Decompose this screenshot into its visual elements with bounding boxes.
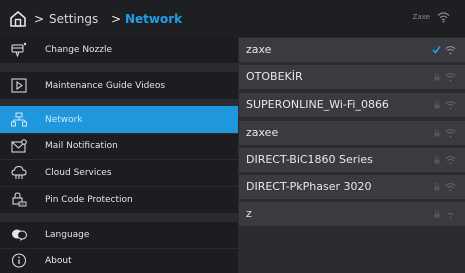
sidebar-item-label: Maintenance Guide Videos xyxy=(45,81,166,91)
lock-icon xyxy=(434,156,440,164)
sidebar-item-label: About xyxy=(45,256,72,266)
network-row-z[interactable]: z xyxy=(239,202,465,226)
sidebar-item-label: Language xyxy=(45,230,90,240)
connected-ssid-label: Zaxe xyxy=(412,13,430,21)
info-icon xyxy=(12,253,26,268)
breadcrumb-separator: > xyxy=(111,12,122,26)
network-ssid: SUPERONLINE_Wi-Fi_0866 xyxy=(246,98,389,111)
sidebar-item-label: Change Nozzle xyxy=(45,45,113,55)
breadcrumb-settings[interactable]: Settings xyxy=(49,12,98,26)
wifi-icon xyxy=(445,156,456,165)
lock-icon xyxy=(434,210,440,218)
sidebar-item-cloud-services[interactable]: Cloud Services xyxy=(0,160,238,186)
sidebar-item-pin-code-protection[interactable]: *** Pin Code Protection xyxy=(0,187,238,213)
sidebar-item-label: Network xyxy=(45,115,83,125)
wifi-icon xyxy=(437,12,450,23)
network-row-zaxe[interactable]: zaxe xyxy=(239,38,465,62)
sidebar-item-change-nozzle[interactable]: Change Nozzle xyxy=(0,37,238,63)
nozzle-icon xyxy=(11,42,27,57)
network-row-direct-pkphaser[interactable]: DIRECT-PkPhaser 3020 xyxy=(239,175,465,199)
wifi-icon xyxy=(445,46,456,55)
check-icon xyxy=(432,46,441,54)
wifi-icon xyxy=(445,101,456,110)
sidebar-item-label: Cloud Services xyxy=(45,168,112,178)
wifi-icon xyxy=(445,73,456,82)
sidebar-item-about[interactable]: About xyxy=(0,249,238,273)
lock-icon xyxy=(434,101,440,109)
sidebar-item-label: Pin Code Protection xyxy=(45,195,133,205)
network-ssid: DIRECT-BiC1860 Series xyxy=(246,153,373,166)
cloud-icon xyxy=(11,165,27,179)
wifi-icon xyxy=(445,183,456,192)
settings-sidebar: Change Nozzle Maintenance Guide Videos N… xyxy=(0,37,238,273)
lock-icon xyxy=(434,183,440,191)
svg-text:***: *** xyxy=(20,202,25,206)
network-ssid: OTOBEKİR xyxy=(246,70,303,83)
network-row-superonline[interactable]: SUPERONLINE_Wi-Fi_0866 xyxy=(239,93,465,117)
sidebar-item-language[interactable]: Language xyxy=(0,222,238,248)
network-ssid: DIRECT-PkPhaser 3020 xyxy=(246,180,372,193)
sidebar-item-label: Mail Notification xyxy=(45,141,118,151)
network-row-direct-bic1860[interactable]: DIRECT-BiC1860 Series xyxy=(239,148,465,172)
lock-icon xyxy=(434,129,440,137)
network-ssid: zaxee xyxy=(246,126,279,139)
pin-lock-icon: *** xyxy=(12,192,27,207)
network-row-zaxee[interactable]: zaxee xyxy=(239,121,465,145)
network-ssid: zaxe xyxy=(246,43,272,56)
breadcrumb-network: Network xyxy=(125,12,183,26)
network-ssid: z xyxy=(246,207,252,220)
sidebar-item-network[interactable]: Network xyxy=(0,106,238,133)
play-icon xyxy=(11,78,27,93)
network-icon xyxy=(11,112,27,127)
language-icon xyxy=(12,229,27,241)
breadcrumb-separator: > xyxy=(34,12,45,26)
wifi-network-list: zaxe OTOBEKİR SUPERONLINE_Wi-Fi_0866 zax… xyxy=(239,37,465,273)
sidebar-item-mail-notification[interactable]: Mail Notification xyxy=(0,134,238,159)
lock-icon xyxy=(434,73,440,81)
wifi-icon xyxy=(447,212,454,219)
wifi-icon xyxy=(445,129,456,138)
mail-icon xyxy=(11,139,27,153)
network-row-otobekir[interactable]: OTOBEKİR xyxy=(239,65,465,89)
sidebar-item-maintenance-guide-videos[interactable]: Maintenance Guide Videos xyxy=(0,72,238,99)
home-icon[interactable] xyxy=(9,10,27,28)
top-bar: > Settings > Network Zaxe xyxy=(0,0,465,37)
